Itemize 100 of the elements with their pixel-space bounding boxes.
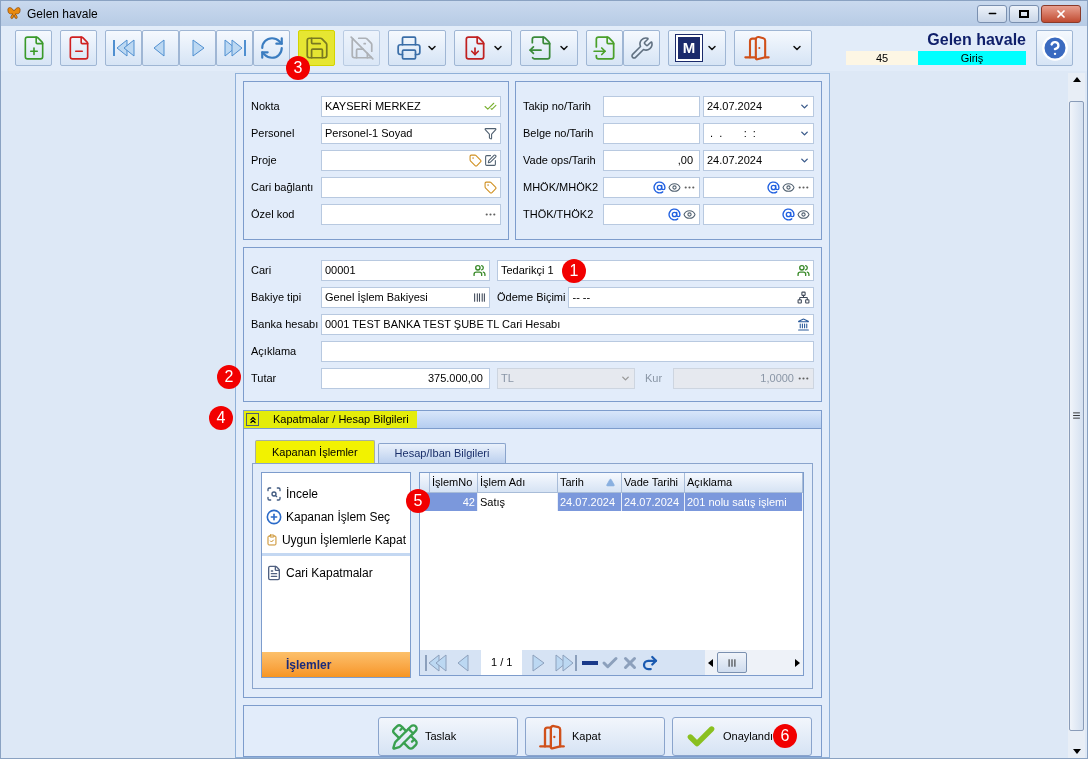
tag-icon xyxy=(484,181,497,194)
eye-icon xyxy=(668,181,681,194)
column-header[interactable]: İşlemNo xyxy=(430,473,478,492)
delete-row-icon xyxy=(582,660,599,665)
field-value: 1,0000 xyxy=(760,371,794,387)
restore-icon xyxy=(1019,9,1029,18)
bank-icon xyxy=(797,318,810,331)
dropdown-toolbar-button[interactable] xyxy=(454,30,512,66)
input-field[interactable] xyxy=(603,177,700,198)
field-label: Personel xyxy=(251,126,296,142)
input-field[interactable] xyxy=(321,204,501,225)
toolbar-button[interactable] xyxy=(253,30,290,66)
toolbar-button[interactable] xyxy=(15,30,52,66)
table-cell: 201 nolu satış işlemi xyxy=(685,493,803,511)
sort-ascending-icon xyxy=(606,478,615,487)
collapse-icon xyxy=(247,414,258,425)
input-field[interactable]: 24.07.2024 xyxy=(703,150,814,171)
input-field[interactable] xyxy=(603,204,700,225)
input-field[interactable]: ,00 xyxy=(603,150,700,171)
input-field[interactable] xyxy=(321,150,501,171)
form-heading: Gelen havale xyxy=(927,30,1026,50)
restore-button[interactable] xyxy=(1009,4,1039,23)
input-field[interactable] xyxy=(603,96,700,117)
eye-icon xyxy=(797,208,810,221)
last-page-icon xyxy=(553,651,580,674)
at-sign-icon xyxy=(782,208,795,221)
action-item[interactable]: Cari Kapatmalar xyxy=(262,561,410,584)
dropdown-toolbar-button[interactable]: M xyxy=(668,30,726,66)
first-page-icon xyxy=(423,651,449,674)
dropdown-caret-icon xyxy=(799,128,810,139)
field-label: THÖK/THÖK2 xyxy=(523,207,595,223)
input-field[interactable] xyxy=(703,177,814,198)
dropdown-toolbar-button[interactable] xyxy=(388,30,446,66)
toolbar-button[interactable] xyxy=(105,30,142,66)
scroll-down-icon xyxy=(1072,749,1081,754)
input-field[interactable]: KAYSERİ MERKEZ xyxy=(321,96,501,117)
inspect-icon xyxy=(266,485,282,502)
toolbar-button[interactable] xyxy=(142,30,179,66)
at-sign-icon xyxy=(653,181,666,194)
scroll-thumb[interactable] xyxy=(717,652,747,673)
field-value: KAYSERİ MERKEZ xyxy=(325,99,421,115)
vertical-scrollbar[interactable] xyxy=(1068,73,1085,758)
grip-icon xyxy=(1072,411,1081,420)
action-item[interactable]: Uygun İşlemlerle Kapat xyxy=(262,528,410,551)
column-header[interactable]: Açıklama xyxy=(685,473,803,492)
input-field[interactable]: Genel İşlem Bakiyesi xyxy=(321,287,490,308)
field-value: 0001 TEST BANKA TEST ŞUBE TL Cari Hesabı xyxy=(325,317,561,333)
tab[interactable]: Hesap/Iban Bilgileri xyxy=(377,443,507,463)
input-field[interactable]: 00001 xyxy=(321,260,490,281)
field-label: Cari bağlantı xyxy=(251,180,315,196)
input-field[interactable]: Tedarikçi 1 1 xyxy=(497,260,814,281)
column-header[interactable]: Tarih xyxy=(558,473,622,492)
input-field[interactable]: -- -- xyxy=(568,287,814,308)
column-header[interactable]: İşlem Adı xyxy=(478,473,558,492)
input-field[interactable] xyxy=(703,204,814,225)
input-field[interactable] xyxy=(321,341,814,362)
toolbar-button[interactable] xyxy=(586,30,623,66)
input-field[interactable]: . . : : xyxy=(703,123,814,144)
field-value: 24.07.2024 xyxy=(707,153,763,169)
table-cell: 24.07.2024 xyxy=(622,493,685,511)
last-record-icon xyxy=(221,37,248,59)
close-button[interactable] xyxy=(1041,4,1081,23)
first-record-icon xyxy=(110,37,137,59)
input-field[interactable]: 375.000,00 xyxy=(321,368,490,389)
step-badge: 4 xyxy=(209,406,233,430)
tab[interactable]: Kapanan İşlemler xyxy=(255,440,375,463)
field-label: Bakiye tipi xyxy=(251,291,302,304)
dropdown-toolbar-button[interactable] xyxy=(520,30,578,66)
input-field[interactable]: 24.07.2024 xyxy=(703,96,814,117)
redo-icon xyxy=(641,653,660,672)
help-button[interactable] xyxy=(1036,30,1073,66)
field-value: ,00 xyxy=(677,153,693,169)
horizontal-scrollbar[interactable] xyxy=(705,650,803,675)
input-field[interactable]: Personel-1 Soyad xyxy=(321,123,501,144)
eye-icon xyxy=(683,208,696,221)
dropdown-toolbar-button[interactable] xyxy=(734,30,812,66)
step-badge: 1 xyxy=(562,259,586,283)
action-button[interactable]: Taslak xyxy=(378,717,518,756)
field-label: Kur xyxy=(645,371,663,387)
action-button[interactable]: Kapat xyxy=(525,717,665,756)
scroll-right-icon xyxy=(795,658,800,667)
scroll-up-icon xyxy=(1072,77,1081,82)
toolbar-button[interactable] xyxy=(623,30,660,66)
barcode-icon xyxy=(473,291,486,304)
input-field[interactable] xyxy=(603,123,700,144)
scroll-thumb[interactable] xyxy=(1069,100,1084,731)
field-value: Genel İşlem Bakiyesi xyxy=(325,290,428,306)
input-field[interactable] xyxy=(321,177,501,198)
direction-label: Giriş xyxy=(918,51,1026,65)
field-label: Açıklama xyxy=(251,345,297,358)
field-label: Ödeme Biçimi xyxy=(497,290,566,306)
dropdown-caret-icon xyxy=(799,101,810,112)
toolbar-button[interactable] xyxy=(216,30,253,66)
wrench-icon xyxy=(629,36,654,60)
toolbar-button[interactable] xyxy=(60,30,97,66)
check-icon xyxy=(484,100,497,113)
input-field[interactable]: 0001 TEST BANKA TEST ŞUBE TL Cari Hesabı xyxy=(321,314,814,335)
collapse-button[interactable] xyxy=(246,413,259,426)
tag-icon xyxy=(469,154,482,167)
column-header[interactable]: Vade Tarihi xyxy=(622,473,685,492)
